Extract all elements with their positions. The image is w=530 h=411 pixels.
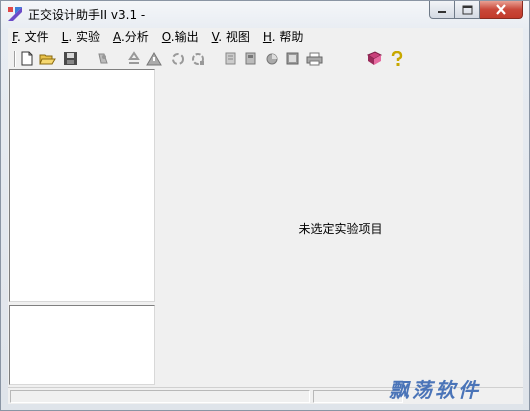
watermark-text: 飘荡软件 [389,378,481,402]
maximize-button[interactable] [455,1,480,19]
menu-view[interactable]: V. 视图 [208,28,259,47]
menu-help-mnemonic: H [262,30,272,44]
window-title: 正交设计助手II v3.1 - [28,8,146,22]
menu-file-label: . 文件 [16,30,49,44]
menu-experiment-label: . 实验 [68,30,100,44]
open-folder-icon[interactable] [39,50,56,67]
minimize-button[interactable] [429,1,455,19]
minimize-icon [438,10,446,13]
experiment-icon[interactable] [94,50,111,67]
app-window: 正交设计助手II v3.1 - F. 文件 L. 实验 A.分析 O.输出 V.… [0,0,530,411]
toolbar-grip [14,51,16,67]
print-icon[interactable] [306,50,323,67]
empty-state-message: 未选定实验项目 [298,222,383,236]
book-icon[interactable] [366,50,383,67]
recycle-2-icon[interactable] [169,50,186,67]
menu-analysis-mnemonic: A [112,30,121,44]
client-area: F. 文件 L. 实验 A.分析 O.输出 V. 视图 H. 帮助 未选定实验项… [8,28,523,404]
app-logo-icon [7,6,23,22]
title-bar[interactable]: 正交设计助手II v3.1 - [1,1,529,27]
menu-output[interactable]: O.输出 [158,28,208,47]
menu-experiment[interactable]: L. 实验 [58,28,109,47]
menu-output-label: .输出 [170,30,199,44]
toolbar [8,48,523,69]
menu-bar: F. 文件 L. 实验 A.分析 O.输出 V. 视图 H. 帮助 [8,28,523,47]
chart-icon[interactable] [264,50,281,67]
main-view: 未选定实验项目 [158,69,523,385]
menu-file[interactable]: F. 文件 [8,28,58,47]
maximize-icon [462,5,472,14]
detail-pane[interactable] [9,305,155,385]
report-icon[interactable] [222,50,239,67]
recycle-icon[interactable] [125,50,142,67]
warning-icon[interactable] [145,50,162,67]
menu-analysis-label: .分析 [120,30,149,44]
recycle-3-icon[interactable] [189,50,206,67]
help-icon[interactable] [388,50,405,67]
save-icon[interactable] [62,50,79,67]
document-icon[interactable] [284,50,301,67]
close-button[interactable] [480,1,523,19]
menu-output-mnemonic: O [161,30,171,44]
window-controls [429,1,523,20]
experiment-list-pane[interactable] [9,69,155,302]
menu-help-label: . 帮助 [271,30,304,44]
table-icon[interactable] [242,50,259,67]
status-segment-main [10,390,310,403]
close-icon [496,4,506,15]
watermark-logo: 飘荡软件 [389,374,481,403]
menu-analysis[interactable]: A.分析 [109,28,158,47]
menu-view-label: . 视图 [218,30,250,44]
menu-help[interactable]: H. 帮助 [259,28,312,47]
new-file-icon[interactable] [18,50,35,67]
